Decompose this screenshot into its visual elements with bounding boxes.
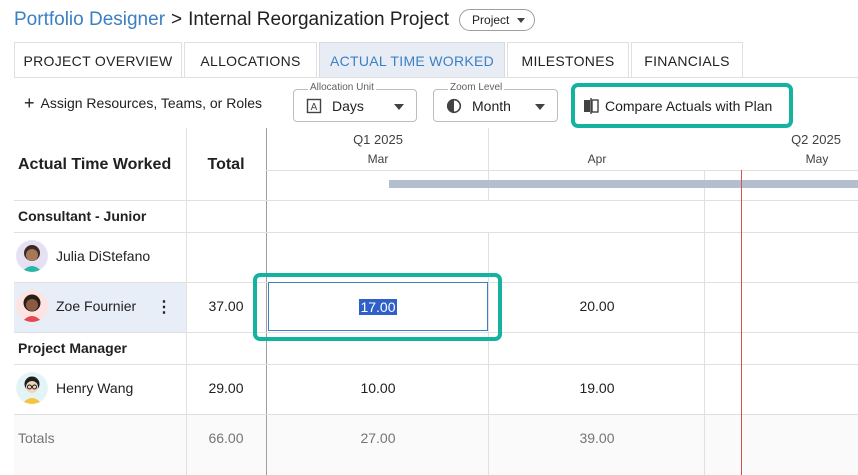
avatar xyxy=(16,240,48,272)
zoom-level-select[interactable]: Zoom Level Month xyxy=(433,82,558,122)
column-divider xyxy=(488,128,489,200)
chevron-down-icon xyxy=(517,17,526,23)
more-options-icon[interactable]: ⋮ xyxy=(156,300,172,316)
tabs-divider xyxy=(14,77,858,78)
value-cell[interactable]: 20.00 xyxy=(547,298,647,314)
project-timeline-bar xyxy=(389,180,858,188)
focus-highlight xyxy=(253,273,502,341)
totals-row-bg xyxy=(14,415,858,475)
month-label: Apr xyxy=(587,152,607,166)
column-divider xyxy=(186,415,187,475)
breadcrumb-separator: > xyxy=(171,9,183,30)
group-header: Project Manager xyxy=(18,340,127,356)
table-row[interactable]: Henry Wang xyxy=(16,372,133,404)
chevron-down-icon xyxy=(394,104,404,110)
value-cell[interactable]: 19.00 xyxy=(547,380,647,396)
compare-icon xyxy=(584,97,599,114)
allocation-unit-value: Days xyxy=(332,97,364,114)
tab-project-overview[interactable]: PROJECT OVERVIEW xyxy=(14,42,182,78)
avatar xyxy=(16,372,48,404)
column-header-name: Actual Time Worked xyxy=(18,156,172,173)
tab-allocations[interactable]: ALLOCATIONS xyxy=(184,42,317,78)
allocation-unit-select[interactable]: Allocation Unit A Days xyxy=(293,82,417,122)
project-type-label: Project xyxy=(472,13,510,27)
assign-resources-button[interactable]: + Assign Resources, Teams, or Roles xyxy=(24,93,263,113)
group-header: Consultant - Junior xyxy=(18,208,147,224)
table-row[interactable]: Zoe Fournier xyxy=(16,290,136,322)
column-divider xyxy=(488,415,489,475)
row-divider xyxy=(14,232,858,233)
row-divider xyxy=(14,200,858,201)
actual-time-grid: Actual Time Worked Total Q1 2025 Q2 2025… xyxy=(14,128,858,475)
row-divider xyxy=(266,170,858,171)
assign-resources-label: Assign Resources, Teams, or Roles xyxy=(40,95,263,111)
person-name: Zoe Fournier xyxy=(56,298,137,314)
totals-value: 27.00 xyxy=(360,430,396,446)
row-divider xyxy=(14,364,858,365)
project-type-dropdown[interactable]: Project xyxy=(459,9,536,31)
period-label: Q1 2025 xyxy=(353,132,403,147)
compare-actuals-button[interactable]: Compare Actuals with Plan xyxy=(571,83,793,128)
column-divider xyxy=(704,415,705,475)
compare-actuals-label: Compare Actuals with Plan xyxy=(605,97,773,114)
table-row[interactable]: Julia DiStefano xyxy=(16,240,150,272)
zoom-level-value: Month xyxy=(472,97,511,114)
month-label: May xyxy=(805,152,829,166)
totals-value: 39.00 xyxy=(579,430,615,446)
person-name: Henry Wang xyxy=(56,380,134,396)
zoom-level-label: Zoom Level xyxy=(448,82,505,93)
avatar xyxy=(16,290,48,322)
period-label: Q2 2025 xyxy=(791,132,841,147)
breadcrumb-parent-link[interactable]: Portfolio Designer xyxy=(14,9,165,31)
today-marker xyxy=(741,415,742,475)
letter-a-box-icon: A xyxy=(306,98,322,113)
totals-label: Totals xyxy=(18,430,55,446)
plus-icon: + xyxy=(24,93,35,113)
svg-text:A: A xyxy=(311,102,318,113)
tab-financials[interactable]: FINANCIALS xyxy=(631,42,743,78)
column-header-total: Total xyxy=(207,156,245,173)
tab-milestones[interactable]: MILESTONES xyxy=(507,42,629,78)
half-circle-icon xyxy=(446,98,462,113)
column-divider xyxy=(266,415,267,475)
chevron-down-icon xyxy=(535,104,545,110)
person-name: Julia DiStefano xyxy=(56,248,151,264)
value-cell[interactable]: 10.00 xyxy=(328,380,428,396)
total-cell: 29.00 xyxy=(208,380,244,396)
page-title: Internal Reorganization Project xyxy=(188,9,450,30)
tab-bar: PROJECT OVERVIEW ALLOCATIONS ACTUAL TIME… xyxy=(14,42,745,78)
tab-actual-time-worked[interactable]: ACTUAL TIME WORKED xyxy=(319,42,505,78)
month-label: Mar xyxy=(367,152,389,166)
totals-total: 66.00 xyxy=(208,430,244,446)
breadcrumb: Portfolio Designer > Internal Reorganiza… xyxy=(14,8,536,32)
allocation-unit-label: Allocation Unit xyxy=(308,82,376,93)
